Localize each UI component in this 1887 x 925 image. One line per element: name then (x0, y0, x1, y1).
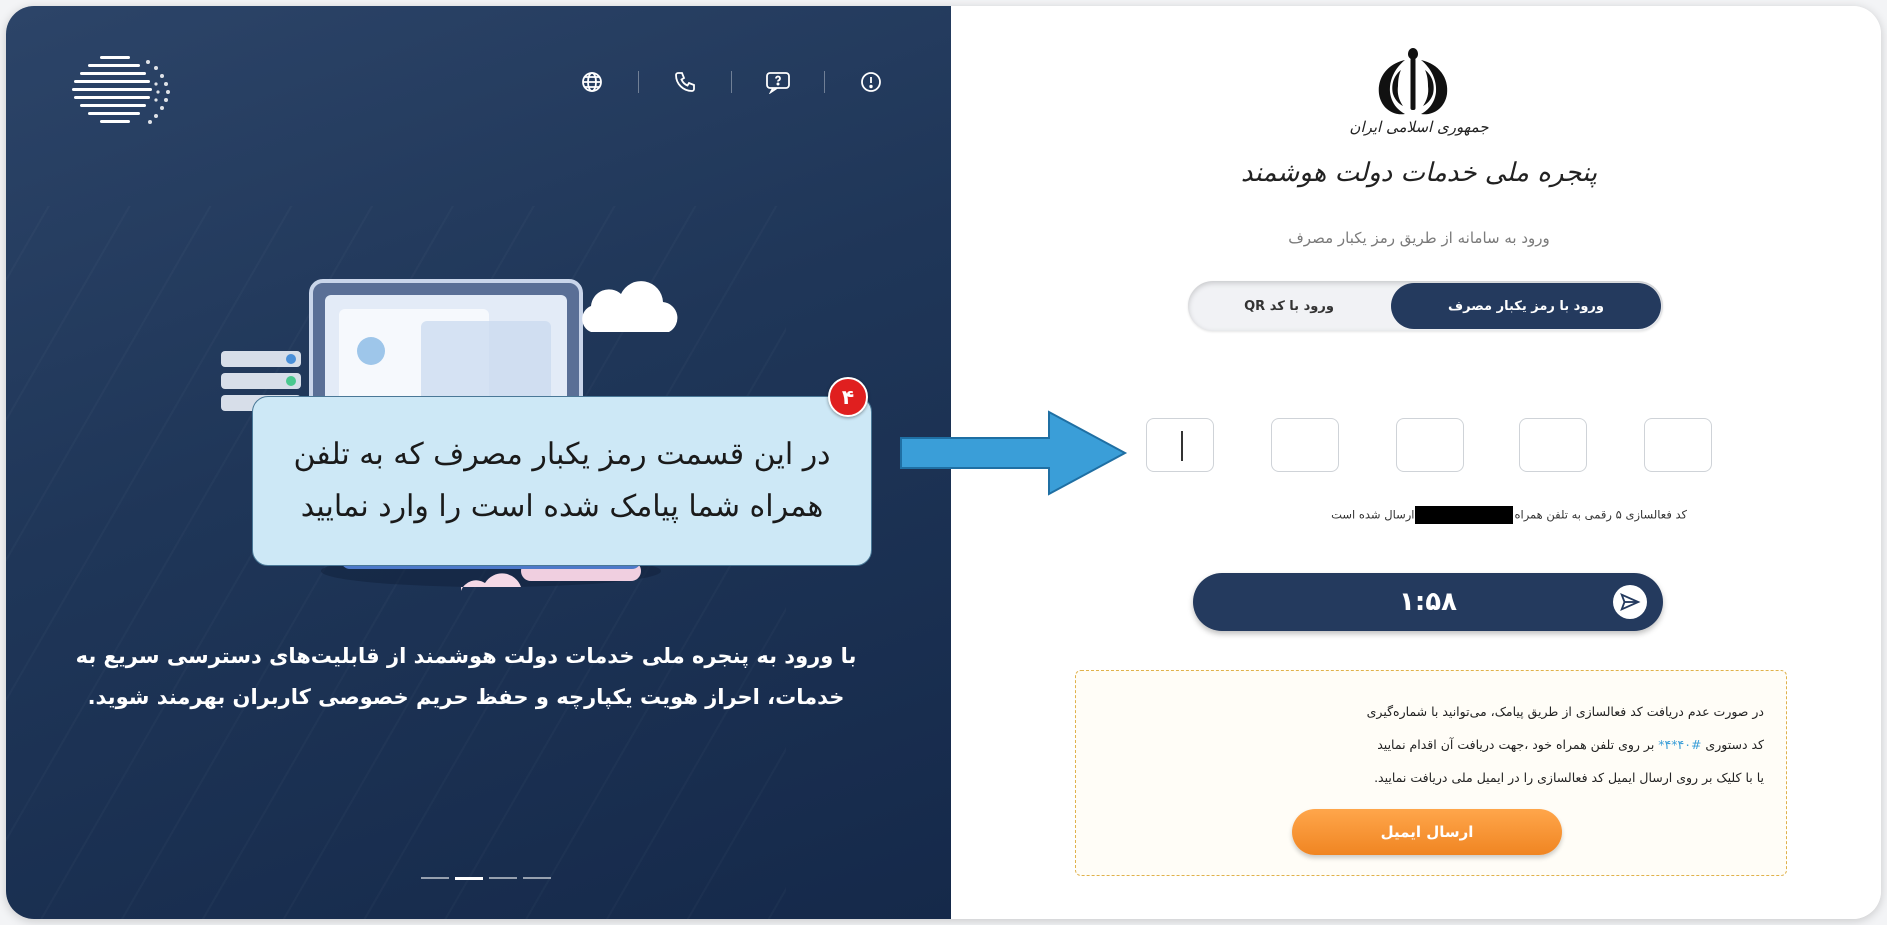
otp-digit-input[interactable] (1519, 418, 1587, 472)
globe-icon[interactable] (566, 64, 618, 100)
top-toolbar (566, 64, 897, 100)
ussd-code: #۴۰*۴* (1658, 737, 1702, 752)
login-subtitle: ورود به سامانه از طریق رمز یکبار مصرف (1288, 229, 1550, 247)
step-badge: ۴ (828, 377, 868, 417)
brand-country: جمهوری اسلامی ایران (1349, 118, 1489, 136)
logo-globe-icon (72, 56, 170, 124)
otp-digit-input[interactable] (1271, 418, 1339, 472)
toolbar-separator (638, 71, 639, 93)
promo-text: با ورود به پنجره ملی خدمات دولت هوشمند ا… (75, 644, 857, 709)
notice-line-2-start: کد دستوری (1705, 737, 1764, 752)
otp-digit-input[interactable] (1146, 418, 1214, 472)
brand-title: پنجره ملی خدمات دولت هوشمند (1240, 158, 1598, 188)
notice-line-2: کد دستوری #۴۰*۴* بر روی تلفن همراه خود ،… (1094, 728, 1764, 761)
pointer-arrow-icon (900, 410, 1128, 496)
phone-icon[interactable] (659, 64, 711, 100)
notice-line-3: یا با کلیک بر روی ارسال ایمیل کد فعالساز… (1374, 770, 1764, 785)
tab-qr-login[interactable]: ورود با کد QR (1194, 283, 1384, 329)
text-caret (1181, 431, 1183, 461)
toolbar-separator (824, 71, 825, 93)
otp-sent-note: کد فعالسازی ۵ رقمی به تلفن همراه ارسال شد… (1151, 506, 1687, 524)
carousel-dot-active[interactable] (455, 877, 483, 880)
redacted-phone-number (1415, 506, 1514, 524)
notice-line-2-end: بر روی تلفن همراه خود ،جهت دریافت آن اقد… (1377, 737, 1655, 752)
note-text-start: کد فعالسازی ۵ رقمی به تلفن همراه (1514, 507, 1687, 522)
toolbar-separator (731, 71, 732, 93)
chat-help-icon[interactable] (752, 64, 804, 100)
notice-line-1: در صورت عدم دریافت کد فعالسازی از طریق پ… (1366, 704, 1764, 719)
send-email-button[interactable]: ارسال ایمیل (1292, 809, 1562, 855)
resend-timer-button[interactable]: ۱:۵۸ (1193, 573, 1663, 631)
iran-emblem-icon (1378, 48, 1448, 115)
sms-fallback-notice: در صورت عدم دریافت کد فعالسازی از طریق پ… (1075, 670, 1787, 876)
carousel-dot[interactable] (489, 877, 517, 879)
send-icon (1613, 585, 1647, 619)
carousel-dot[interactable] (421, 877, 449, 879)
otp-digit-input[interactable] (1396, 418, 1464, 472)
otp-digit-input[interactable] (1644, 418, 1712, 472)
login-window: با ورود به پنجره ملی خدمات دولت هوشمند ا… (6, 6, 1881, 919)
note-text-end: ارسال شده است (1331, 507, 1415, 522)
info-icon[interactable] (845, 64, 897, 100)
carousel-indicators (421, 877, 551, 880)
countdown-timer: ۱:۵۸ (1398, 587, 1457, 617)
instruction-callout: در این قسمت رمز یکبار مصرف که به تلفن هم… (252, 396, 872, 566)
login-method-toggle: ورود با رمز یکبار مصرف ورود با کد QR (1188, 281, 1663, 331)
tab-otp-login[interactable]: ورود با رمز یکبار مصرف (1391, 283, 1661, 329)
carousel-dot[interactable] (523, 877, 551, 879)
